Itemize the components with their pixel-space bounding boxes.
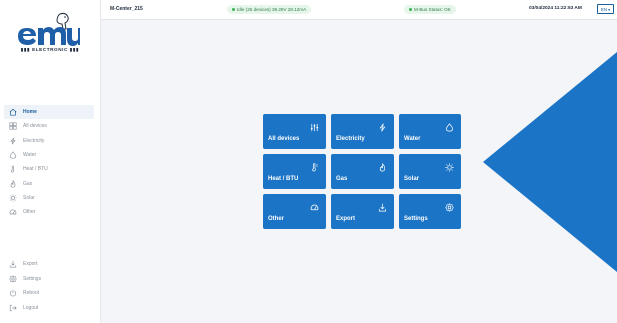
sidebar-item-label: Export <box>23 261 38 268</box>
lightning-icon <box>378 119 387 132</box>
sidebar-item-label: Gas <box>23 180 33 187</box>
tile-label: Heat / BTU <box>268 176 299 182</box>
thermometer-icon <box>8 164 18 174</box>
status-mbus-text: M-Bus Status: OK <box>414 7 451 12</box>
tile-label: Other <box>268 216 285 222</box>
home-icon <box>8 107 18 117</box>
gear-icon <box>8 274 18 284</box>
sidebar-item-all-devices[interactable]: All devices <box>4 119 94 133</box>
sidebar-nav: Home All devices Electricity Water Heat … <box>4 105 94 219</box>
export-icon <box>378 199 387 212</box>
language-select[interactable]: EN ▾ <box>597 4 614 14</box>
water-drop-icon <box>445 119 454 132</box>
tile-label: Solar <box>404 176 420 182</box>
tile-label: Electricity <box>336 136 365 142</box>
gear-icon <box>445 199 454 212</box>
main-content: All devices Electricity Water Heat / BTU… <box>101 20 617 323</box>
sidebar-item-label: Heat / BTU <box>23 166 48 173</box>
sidebar-item-home[interactable]: Home <box>4 105 94 120</box>
export-icon <box>8 259 18 269</box>
power-icon <box>8 288 18 298</box>
datetime: 03/04/2024 11:22:53 AM <box>529 6 582 11</box>
tile-all-devices[interactable]: All devices <box>263 114 326 149</box>
flame-icon <box>8 179 18 189</box>
status-dot-icon <box>232 8 235 11</box>
sidebar: ▮▮▮ ELECTRONIC ▮▮▮ Home All devices Elec… <box>0 0 101 323</box>
flame-icon <box>378 159 387 172</box>
sidebar-item-label: Electricity <box>23 137 45 144</box>
water-drop-icon <box>8 150 18 160</box>
sidebar-item-label: Solar <box>23 194 35 201</box>
sidebar-item-export[interactable]: Export <box>4 257 94 272</box>
logout-icon <box>8 303 18 313</box>
sidebar-bottom-nav: Export Settings Reboot Logout <box>4 257 94 315</box>
tile-label: Water <box>404 136 421 142</box>
tile-settings[interactable]: Settings <box>399 194 461 229</box>
status-dot-icon <box>409 8 412 11</box>
status-badge-idle: Idle (25 devices) 39.29V 28.12mA <box>227 5 312 14</box>
tile-electricity[interactable]: Electricity <box>331 114 394 149</box>
sun-icon <box>8 193 18 203</box>
sidebar-item-label: All devices <box>23 123 47 130</box>
sidebar-item-heat-btu[interactable]: Heat / BTU <box>4 162 94 176</box>
sidebar-item-logout[interactable]: Logout <box>4 301 94 316</box>
sidebar-item-label: Settings <box>23 275 42 282</box>
sidebar-item-label: Logout <box>23 304 39 311</box>
tile-gas[interactable]: Gas <box>331 154 394 189</box>
sidebar-item-label: Reboot <box>23 290 40 297</box>
sidebar-item-label: Water <box>23 152 37 159</box>
sidebar-item-label: Home <box>23 109 37 116</box>
sidebar-item-solar[interactable]: Solar <box>4 191 94 205</box>
thermometer-icon <box>310 159 319 172</box>
top-bar: M-Center_215 Idle (25 devices) 39.29V 28… <box>101 0 617 20</box>
chevron-down-icon: ▾ <box>608 6 611 12</box>
tile-heat-btu[interactable]: Heat / BTU <box>263 154 326 189</box>
sidebar-item-label: Other <box>23 209 36 216</box>
tile-water[interactable]: Water <box>399 114 461 149</box>
sidebar-item-settings[interactable]: Settings <box>4 272 94 287</box>
tile-label: Settings <box>404 216 428 222</box>
tile-solar[interactable]: Solar <box>399 154 461 189</box>
status-idle-text: Idle (25 devices) 39.29V 28.12mA <box>237 7 307 12</box>
tile-label: Gas <box>336 176 348 182</box>
sliders-icon <box>310 119 319 132</box>
sidebar-item-other[interactable]: Other <box>4 205 94 219</box>
devices-icon <box>8 121 18 131</box>
sidebar-item-water[interactable]: Water <box>4 148 94 162</box>
device-name: M-Center_215 <box>110 6 143 12</box>
tile-label: All devices <box>268 136 300 142</box>
sun-icon <box>445 159 454 172</box>
sidebar-item-reboot[interactable]: Reboot <box>4 286 94 301</box>
lightning-icon <box>8 136 18 146</box>
status-badge-mbus: M-Bus Status: OK <box>404 5 456 14</box>
language-value: EN <box>600 6 608 12</box>
tile-label: Export <box>336 216 356 222</box>
sidebar-item-electricity[interactable]: Electricity <box>4 134 94 148</box>
tile-other[interactable]: Other <box>263 194 326 229</box>
sidebar-item-gas[interactable]: Gas <box>4 176 94 190</box>
tile-export[interactable]: Export <box>331 194 394 229</box>
decorative-triangle <box>483 52 617 272</box>
logo-tagline: ▮▮▮ ELECTRONIC ▮▮▮ <box>20 47 80 52</box>
gauge-icon <box>310 199 319 211</box>
gauge-icon <box>8 207 18 217</box>
